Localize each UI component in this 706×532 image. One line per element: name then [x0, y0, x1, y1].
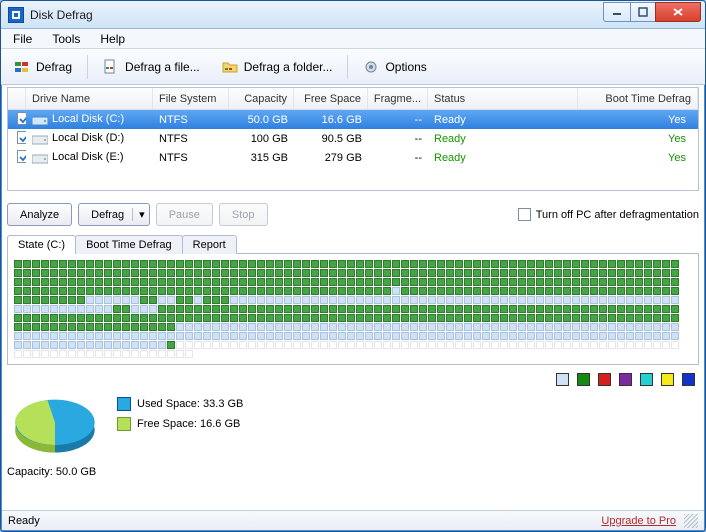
legend-swatch	[661, 373, 674, 386]
legend-swatch	[598, 373, 611, 386]
free-swatch	[117, 417, 131, 431]
turnoff-label: Turn off PC after defragmentation	[536, 209, 699, 221]
toolbar-label: Defrag	[36, 60, 72, 74]
gear-icon	[363, 59, 379, 75]
maximize-button[interactable]	[630, 2, 656, 22]
drive-icon	[32, 152, 48, 164]
col-free[interactable]: Free Space	[294, 88, 368, 109]
window-title: Disk Defrag	[30, 8, 604, 22]
defrag-cluster-map	[14, 260, 692, 358]
tab-boot[interactable]: Boot Time Defrag	[75, 235, 183, 254]
drive-grid: Drive Name File System Capacity Free Spa…	[7, 87, 699, 191]
tab-report[interactable]: Report	[182, 235, 237, 254]
title-bar[interactable]: Disk Defrag	[1, 1, 705, 29]
col-fs[interactable]: File System	[153, 88, 229, 109]
tab-body	[7, 253, 699, 365]
table-row[interactable]: Local Disk (E:)NTFS315 GB279 GB--ReadyYe…	[8, 148, 698, 167]
content-area: Drive Name File System Capacity Free Spa…	[7, 87, 699, 509]
free-space-label: Free Space: 16.6 GB	[137, 418, 240, 430]
menu-tools[interactable]: Tools	[44, 31, 88, 47]
col-cap[interactable]: Capacity	[229, 88, 294, 109]
used-swatch	[117, 397, 131, 411]
table-row[interactable]: Local Disk (D:)NTFS100 GB90.5 GB--ReadyY…	[8, 129, 698, 148]
toolbar-separator	[87, 55, 88, 79]
turnoff-checkbox[interactable]: Turn off PC after defragmentation	[515, 208, 699, 221]
drive-icon	[32, 114, 48, 126]
app-window: Disk Defrag File Tools Help Defrag Defra…	[0, 0, 706, 532]
close-button[interactable]	[655, 2, 701, 22]
defrag-label: Defrag	[91, 209, 124, 221]
toolbar-label: Options	[385, 60, 426, 74]
toolbar-separator	[347, 55, 348, 79]
used-space-label: Used Space: 33.3 GB	[137, 398, 243, 410]
pie-legend: Used Space: 33.3 GB Free Space: 16.6 GB	[117, 394, 243, 434]
upgrade-link[interactable]: Upgrade to Pro	[601, 515, 676, 527]
menu-bar: File Tools Help	[1, 29, 705, 49]
capacity-label: Capacity: 50.0 GB	[7, 466, 699, 478]
analyze-button[interactable]: Analyze	[7, 203, 72, 226]
toolbar-defrag-file-button[interactable]: Defrag a file...	[94, 55, 209, 79]
grid-header[interactable]: Drive Name File System Capacity Free Spa…	[8, 88, 698, 110]
cluster-legend	[7, 373, 695, 386]
drive-icon	[32, 133, 48, 145]
legend-swatch	[640, 373, 653, 386]
minimize-button[interactable]	[603, 2, 631, 22]
grid-body: Local Disk (C:)NTFS50.0 GB16.6 GB--Ready…	[8, 110, 698, 167]
row-checkbox[interactable]	[17, 112, 26, 125]
toolbar-defrag-folder-button[interactable]: Defrag a folder...	[213, 55, 342, 79]
pause-button[interactable]: Pause	[156, 203, 213, 226]
window-buttons	[604, 2, 701, 22]
toolbar-label: Defrag a file...	[125, 60, 200, 74]
toolbar-defrag-button[interactable]: Defrag	[5, 55, 81, 79]
file-icon	[103, 59, 119, 75]
col-frag[interactable]: Fragme...	[368, 88, 428, 109]
folder-icon	[222, 59, 238, 75]
col-boot[interactable]: Boot Time Defrag	[578, 88, 698, 109]
row-checkbox[interactable]	[17, 131, 26, 144]
menu-file[interactable]: File	[5, 31, 40, 47]
pie-area: Used Space: 33.3 GB Free Space: 16.6 GB	[7, 394, 699, 462]
legend-swatch	[619, 373, 632, 386]
pie-chart	[7, 394, 103, 462]
action-bar: Analyze Defrag ▾ Pause Stop Turn off PC …	[7, 203, 699, 226]
row-checkbox[interactable]	[17, 150, 26, 163]
menu-help[interactable]: Help	[92, 31, 133, 47]
status-bar: Ready Upgrade to Pro	[2, 510, 704, 530]
chevron-down-icon[interactable]: ▾	[132, 208, 145, 221]
app-icon	[8, 7, 24, 23]
status-text: Ready	[8, 515, 40, 527]
checkbox-icon[interactable]	[518, 208, 531, 221]
toolbar-options-button[interactable]: Options	[354, 55, 435, 79]
tabs: State (C:) Boot Time Defrag Report	[7, 235, 699, 254]
stop-button[interactable]: Stop	[219, 203, 268, 226]
legend-swatch	[682, 373, 695, 386]
resize-grip[interactable]	[684, 514, 698, 528]
legend-swatch	[577, 373, 590, 386]
defrag-icon	[14, 59, 30, 75]
toolbar-label: Defrag a folder...	[244, 60, 333, 74]
tab-state[interactable]: State (C:)	[7, 235, 76, 254]
legend-swatch	[556, 373, 569, 386]
table-row[interactable]: Local Disk (C:)NTFS50.0 GB16.6 GB--Ready…	[8, 110, 698, 129]
col-status[interactable]: Status	[428, 88, 578, 109]
defrag-split-button[interactable]: Defrag ▾	[78, 203, 150, 226]
toolbar: Defrag Defrag a file... Defrag a folder.…	[1, 49, 705, 85]
col-drive[interactable]: Drive Name	[26, 88, 153, 109]
